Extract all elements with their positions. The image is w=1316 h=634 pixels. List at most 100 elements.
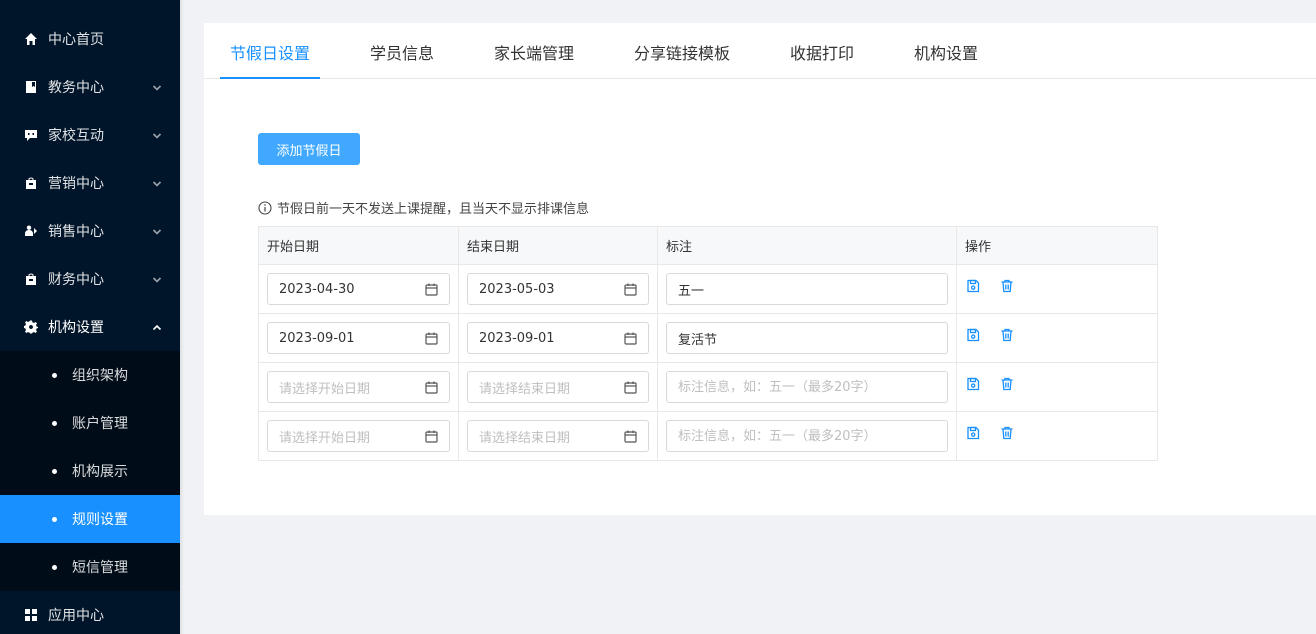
tab-student-info[interactable]: 学员信息 [370, 23, 434, 79]
home-icon [24, 32, 38, 46]
sub-item-org-structure[interactable]: 组织架构 [0, 351, 180, 399]
bullet-icon [52, 420, 57, 426]
menu-item-label: 中心首页 [48, 32, 104, 48]
menu-item-org-settings[interactable]: 机构设置 [0, 303, 180, 351]
start-date-cell: 2023-04-30 [259, 265, 459, 313]
start-date-value: 2023-04-30 [279, 281, 355, 297]
sub-item-sms-management[interactable]: 短信管理 [0, 543, 180, 591]
calendar-icon [624, 283, 637, 296]
tip-message: 节假日前一天不发送上课提醒，且当天不显示排课信息 [258, 198, 589, 217]
note-input[interactable] [666, 322, 948, 354]
delete-icon[interactable] [1000, 279, 1014, 293]
tab-parent-management[interactable]: 家长端管理 [494, 23, 574, 79]
save-icon[interactable] [966, 426, 980, 440]
sub-item-org-display[interactable]: 机构展示 [0, 447, 180, 495]
delete-icon[interactable] [1000, 426, 1014, 440]
table-row: 2023-04-30 2023-05-03 [259, 265, 1157, 314]
chevron-down-icon [152, 273, 162, 283]
end-date-placeholder: 请选择结束日期 [479, 381, 571, 397]
calendar-icon [425, 381, 438, 394]
save-icon[interactable] [966, 377, 980, 391]
sales-icon [24, 224, 38, 238]
submenu-org-settings: 组织架构 账户管理 机构展示 规则设置 短信管理 [0, 351, 180, 591]
menu-item-home-school[interactable]: 家校互动 [0, 111, 180, 159]
sub-item-account-management[interactable]: 账户管理 [0, 399, 180, 447]
sidebar: 中心首页 教务中心 家校互动 营销中心 销售中心 财务中心 机构设置 组织架构 [0, 0, 180, 634]
delete-icon[interactable] [1000, 377, 1014, 391]
note-cell [658, 363, 957, 411]
chevron-down-icon [152, 129, 162, 139]
book-icon [24, 80, 38, 94]
menu-item-label: 财务中心 [48, 272, 104, 288]
note-cell [658, 314, 957, 362]
header-actions: 操作 [965, 240, 992, 255]
note-input[interactable] [666, 420, 948, 452]
chevron-up-icon [152, 321, 162, 331]
header-start-date: 开始日期 [259, 227, 459, 264]
info-circle-icon [258, 200, 272, 215]
sub-item-label: 短信管理 [72, 560, 128, 576]
delete-icon[interactable] [1000, 328, 1014, 342]
actions-cell [957, 363, 1157, 411]
end-date-picker[interactable]: 请选择结束日期 [467, 420, 649, 452]
save-icon[interactable] [966, 328, 980, 342]
sub-item-rule-settings[interactable]: 规则设置 [0, 495, 180, 543]
end-date-picker[interactable]: 请选择结束日期 [467, 371, 649, 403]
calendar-icon [624, 381, 637, 394]
calendar-icon [425, 332, 438, 345]
menu-item-label: 机构设置 [48, 320, 104, 336]
tab-org-settings[interactable]: 机构设置 [914, 23, 978, 79]
tab-bar: 节假日设置 学员信息 家长端管理 分享链接模板 收据打印 机构设置 [204, 23, 1316, 79]
actions-cell [957, 314, 1157, 362]
end-date-picker[interactable]: 2023-09-01 [467, 322, 649, 354]
start-date-picker[interactable]: 2023-09-01 [267, 322, 450, 354]
start-date-placeholder: 请选择开始日期 [279, 381, 371, 397]
sidebar-shadow [180, 0, 184, 634]
table-header-row: 开始日期 结束日期 标注 操作 [259, 227, 1157, 265]
chevron-down-icon [152, 225, 162, 235]
menu-item-label: 营销中心 [48, 176, 104, 192]
note-input[interactable] [666, 371, 948, 403]
start-date-cell: 2023-09-01 [259, 314, 459, 362]
chevron-down-icon [152, 81, 162, 91]
bullet-icon [52, 372, 57, 378]
sub-item-label: 规则设置 [72, 512, 128, 528]
start-date-picker[interactable]: 2023-04-30 [267, 273, 450, 305]
start-date-cell: 请选择开始日期 [259, 412, 459, 460]
actions-cell [957, 412, 1157, 460]
menu-item-sales[interactable]: 销售中心 [0, 207, 180, 255]
menu-item-label: 销售中心 [48, 224, 104, 240]
end-date-placeholder: 请选择结束日期 [479, 430, 571, 446]
chat-icon [24, 128, 38, 142]
add-holiday-button[interactable]: 添加节假日 [258, 133, 360, 165]
bullet-icon [52, 564, 57, 570]
bullet-icon [52, 516, 57, 522]
tab-active-indicator [220, 77, 320, 79]
table-row: 2023-09-01 2023-09-01 [259, 314, 1157, 363]
bag-icon [24, 176, 38, 190]
apps-icon [24, 608, 38, 622]
gear-icon [24, 320, 38, 334]
main-panel: 节假日设置 学员信息 家长端管理 分享链接模板 收据打印 机构设置 添加节假日 … [204, 23, 1316, 515]
start-date-placeholder: 请选择开始日期 [279, 430, 371, 446]
end-date-cell: 请选择结束日期 [459, 412, 658, 460]
end-date-value: 2023-09-01 [479, 330, 555, 346]
table-row: 请选择开始日期 请选择结束日期 [259, 363, 1157, 412]
menu-item-home[interactable]: 中心首页 [0, 15, 180, 63]
end-date-cell: 请选择结束日期 [459, 363, 658, 411]
header-end-date: 结束日期 [459, 227, 658, 264]
sub-item-label: 账户管理 [72, 416, 128, 432]
note-cell [658, 412, 957, 460]
start-date-picker[interactable]: 请选择开始日期 [267, 420, 450, 452]
start-date-picker[interactable]: 请选择开始日期 [267, 371, 450, 403]
tab-receipt-print[interactable]: 收据打印 [790, 23, 854, 79]
menu-item-marketing[interactable]: 营销中心 [0, 159, 180, 207]
end-date-picker[interactable]: 2023-05-03 [467, 273, 649, 305]
tab-holiday-settings[interactable]: 节假日设置 [230, 23, 310, 79]
menu-item-academic[interactable]: 教务中心 [0, 63, 180, 111]
menu-item-apps[interactable]: 应用中心 [0, 591, 180, 634]
save-icon[interactable] [966, 279, 980, 293]
menu-item-finance[interactable]: 财务中心 [0, 255, 180, 303]
tab-share-link-template[interactable]: 分享链接模板 [634, 23, 730, 79]
note-input[interactable] [666, 273, 948, 305]
